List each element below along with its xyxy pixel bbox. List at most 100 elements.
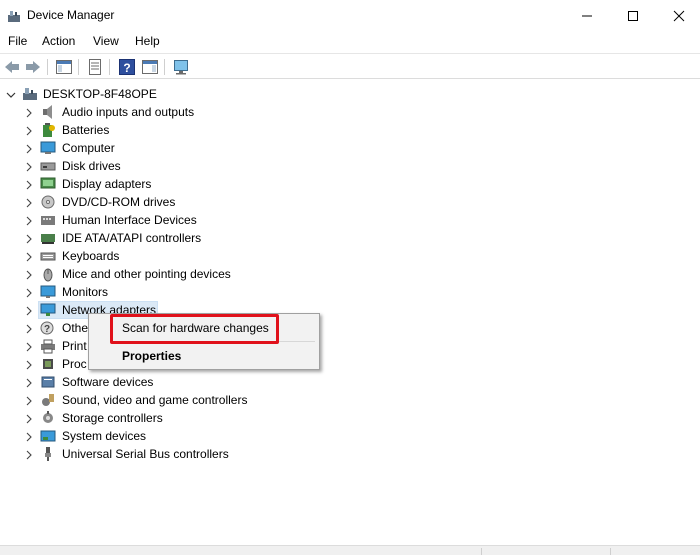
tree-item-label: Computer <box>62 141 115 155</box>
close-button[interactable] <box>656 0 700 31</box>
tree-item[interactable]: Monitors <box>0 283 400 301</box>
printer-icon <box>40 338 56 354</box>
tree-item-label: Storage controllers <box>62 411 163 425</box>
hid-icon <box>40 212 56 228</box>
chevron-right-icon[interactable] <box>24 395 34 406</box>
tree-item[interactable]: Mice and other pointing devices <box>0 265 400 283</box>
monitor-icon <box>40 284 56 300</box>
computer-root-icon <box>22 86 38 102</box>
tree-item[interactable]: Keyboards <box>0 247 400 265</box>
toolbar-separator <box>78 59 79 75</box>
computer-icon <box>40 140 56 156</box>
tree-item-label: System devices <box>62 429 147 443</box>
tree-item-label: Human Interface Devices <box>62 213 197 227</box>
menu-file[interactable]: File <box>8 34 27 48</box>
chevron-right-icon[interactable] <box>24 323 34 334</box>
chevron-right-icon[interactable] <box>24 377 34 388</box>
chevron-right-icon[interactable] <box>24 305 34 316</box>
tree-item[interactable]: Disk drives <box>0 157 400 175</box>
device-manager-icon <box>7 9 21 23</box>
back-arrow-icon[interactable] <box>3 58 21 76</box>
menu-help[interactable]: Help <box>135 34 160 48</box>
toolbar: ? <box>0 53 700 79</box>
chevron-right-icon[interactable] <box>24 359 34 370</box>
toolbar-separator <box>47 59 48 75</box>
tree-root-label: DESKTOP-8F48OPE <box>43 87 157 101</box>
tree-item[interactable]: Sound, video and game controllers <box>0 391 400 409</box>
chevron-right-icon[interactable] <box>24 125 34 136</box>
scan-hardware-monitor-icon[interactable] <box>172 58 190 76</box>
chevron-right-icon[interactable] <box>24 287 34 298</box>
chevron-right-icon[interactable] <box>24 269 34 280</box>
forward-arrow-icon[interactable] <box>24 58 42 76</box>
tree-item[interactable]: System devices <box>0 427 400 445</box>
mouse-icon <box>40 266 56 282</box>
ide-controller-icon <box>40 230 56 246</box>
properties-icon[interactable] <box>86 58 104 76</box>
maximize-icon <box>628 11 638 21</box>
show-hide-console-tree-icon[interactable] <box>55 58 73 76</box>
tree-item[interactable]: Software devices <box>0 373 400 391</box>
status-divider <box>481 548 482 555</box>
tree-item-label: Display adapters <box>62 177 152 191</box>
maximize-button[interactable] <box>610 0 656 31</box>
chevron-right-icon[interactable] <box>24 233 34 244</box>
tree-item-label: Proc <box>62 357 87 371</box>
tree-item[interactable]: Storage controllers <box>0 409 400 427</box>
tree-root[interactable]: DESKTOP-8F48OPE <box>0 85 400 103</box>
minimize-button[interactable] <box>564 0 610 31</box>
speaker-icon <box>40 104 56 120</box>
tree-item[interactable]: Computer <box>0 139 400 157</box>
display-adapter-icon <box>40 176 56 192</box>
action-pane-icon[interactable] <box>141 58 159 76</box>
tree-item-label: Audio inputs and outputs <box>62 105 195 119</box>
dvd-drive-icon <box>40 194 56 210</box>
chevron-right-icon[interactable] <box>24 179 34 190</box>
tree-item-label: Print <box>62 339 87 353</box>
tree-item[interactable]: DVD/CD-ROM drives <box>0 193 400 211</box>
chevron-right-icon[interactable] <box>24 431 34 442</box>
chevron-right-icon[interactable] <box>24 215 34 226</box>
tree-item[interactable]: Batteries <box>0 121 400 139</box>
tree-item[interactable]: Display adapters <box>0 175 400 193</box>
tree-item-label: DVD/CD-ROM drives <box>62 195 176 209</box>
tree-item[interactable]: Audio inputs and outputs <box>0 103 400 121</box>
chevron-right-icon[interactable] <box>24 143 34 154</box>
chevron-right-icon[interactable] <box>24 449 34 460</box>
toolbar-separator <box>109 59 110 75</box>
chevron-right-icon[interactable] <box>24 413 34 424</box>
menu-view[interactable]: View <box>93 34 119 48</box>
device-tree: DESKTOP-8F48OPE Audio inputs and outputs… <box>0 80 700 545</box>
svg-text:?: ? <box>123 61 130 75</box>
tree-item[interactable]: Universal Serial Bus controllers <box>0 445 400 463</box>
sound-controller-icon <box>40 392 56 408</box>
close-icon <box>673 10 685 22</box>
properties-item[interactable]: Properties <box>122 349 181 363</box>
tree-item-label: Sound, video and game controllers <box>62 393 248 407</box>
keyboard-icon <box>40 248 56 264</box>
tree-item[interactable]: IDE ATA/ATAPI controllers <box>0 229 400 247</box>
menu-action[interactable]: Action <box>42 34 75 48</box>
system-device-icon <box>40 428 56 444</box>
chevron-right-icon[interactable] <box>24 107 34 118</box>
chevron-right-icon[interactable] <box>24 251 34 262</box>
tree-item-label: Othe <box>62 321 89 335</box>
battery-icon <box>40 122 56 138</box>
chevron-right-icon[interactable] <box>24 197 34 208</box>
menu-bar: File Action View Help <box>0 31 700 52</box>
tree-item-label: Batteries <box>62 123 110 137</box>
storage-controller-icon <box>40 410 56 426</box>
chevron-right-icon[interactable] <box>24 341 34 352</box>
status-bar <box>0 545 700 555</box>
tree-item-label: IDE ATA/ATAPI controllers <box>62 231 202 245</box>
tree-item-label: Disk drives <box>62 159 121 173</box>
chevron-right-icon[interactable] <box>24 161 34 172</box>
tree-item[interactable]: Human Interface Devices <box>0 211 400 229</box>
minimize-icon <box>582 15 592 17</box>
tree-item-label: Monitors <box>62 285 109 299</box>
disk-drive-icon <box>40 158 56 174</box>
chevron-down-icon[interactable] <box>6 89 16 99</box>
highlight-box <box>110 314 279 344</box>
toolbar-separator <box>164 59 165 75</box>
help-icon[interactable]: ? <box>118 58 136 76</box>
